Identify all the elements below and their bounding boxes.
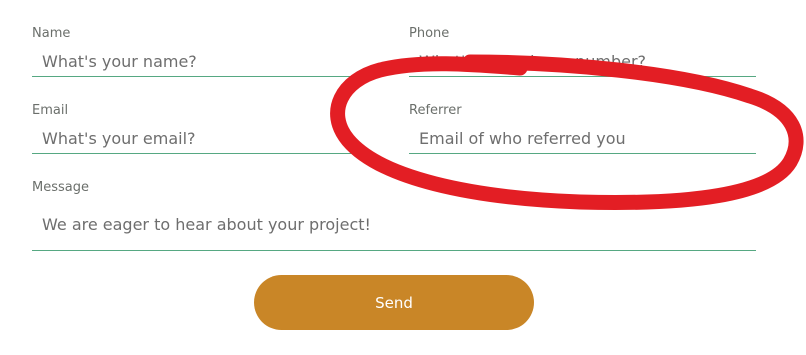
email-label: Email	[32, 103, 69, 118]
email-field-group: Email	[32, 103, 375, 155]
name-input[interactable]	[32, 47, 375, 77]
referrer-label: Referrer	[409, 103, 462, 118]
send-button[interactable]: Send	[254, 275, 534, 330]
message-input[interactable]	[32, 205, 756, 251]
phone-label: Phone	[409, 26, 450, 41]
referrer-input[interactable]	[409, 124, 756, 154]
message-field-group: Message	[32, 180, 756, 252]
phone-field-group: Phone	[409, 26, 756, 78]
name-label: Name	[32, 26, 71, 41]
email-input[interactable]	[32, 124, 375, 154]
phone-input[interactable]	[409, 47, 756, 77]
name-field-group: Name	[32, 26, 375, 78]
referrer-field-group: Referrer	[409, 103, 756, 155]
message-label: Message	[32, 180, 89, 195]
